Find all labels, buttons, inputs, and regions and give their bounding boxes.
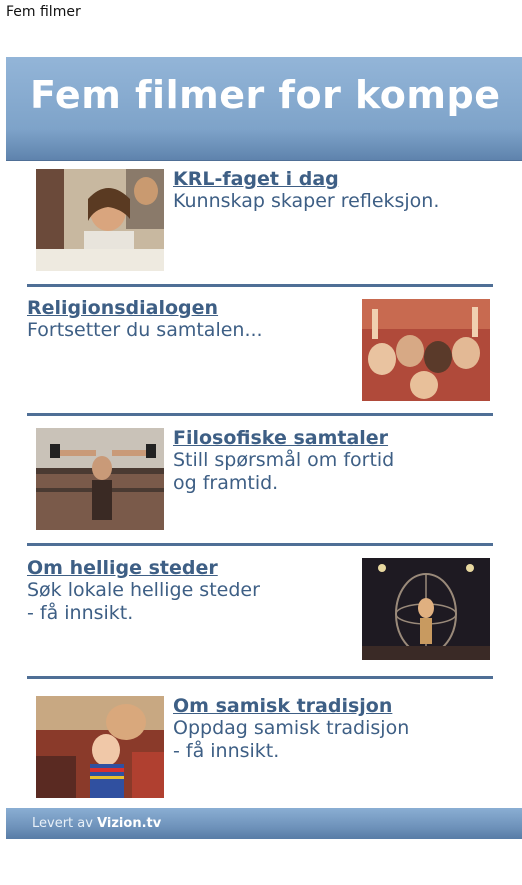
video-thumbnail[interactable] bbox=[362, 558, 490, 660]
item-title-link[interactable]: Filosofiske samtaler bbox=[173, 427, 388, 449]
banner-heading: Fem filmer for kompe bbox=[30, 73, 501, 117]
video-thumbnail[interactable] bbox=[362, 299, 490, 401]
divider bbox=[27, 284, 493, 287]
item-description: Søk lokale hellige steder - få innsikt. bbox=[27, 579, 260, 624]
footer-bar: Levert av Vizion.tv bbox=[6, 808, 522, 839]
divider bbox=[27, 676, 493, 679]
item-title-link[interactable]: KRL-faget i dag bbox=[173, 168, 339, 190]
divider bbox=[27, 543, 493, 546]
page-title: Fem filmer bbox=[6, 4, 81, 20]
video-thumbnail[interactable] bbox=[36, 696, 164, 798]
divider bbox=[27, 413, 493, 416]
banner: Fem filmer for kompe bbox=[6, 57, 522, 161]
footer-credit: Levert av Vizion.tv bbox=[32, 816, 161, 831]
item-description: Kunnskap skaper refleksjon. bbox=[173, 190, 440, 212]
video-thumbnail[interactable] bbox=[36, 169, 164, 271]
item-title-link[interactable]: Om hellige steder bbox=[27, 557, 218, 579]
video-thumbnail[interactable] bbox=[36, 428, 164, 530]
footer-brand-link[interactable]: Vizion.tv bbox=[97, 816, 161, 831]
item-description: Oppdag samisk tradisjon - få innsikt. bbox=[173, 717, 410, 762]
item-description: Still spørsmål om fortid og framtid. bbox=[173, 449, 395, 494]
footer-prefix: Levert av bbox=[32, 816, 93, 831]
item-title-link[interactable]: Om samisk tradisjon bbox=[173, 695, 392, 717]
item-title-link[interactable]: Religionsdialogen bbox=[27, 297, 218, 319]
item-description: Fortsetter du samtalen... bbox=[27, 319, 263, 341]
